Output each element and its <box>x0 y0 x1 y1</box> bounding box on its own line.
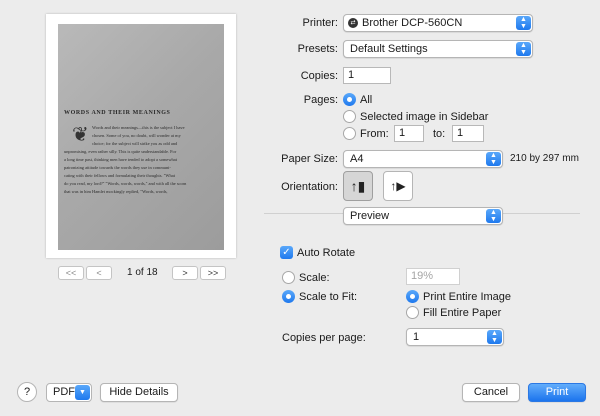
scanned-page-image: WORDS AND THEIR MEANINGS ❦ Words and the… <box>58 24 224 250</box>
scale-label: Scale: <box>299 272 330 284</box>
presets-select[interactable]: Default Settings ▲ ▼ <box>343 40 533 58</box>
pages-selected-label: Selected image in Sidebar <box>360 111 489 123</box>
previous-page-button[interactable]: < <box>86 266 112 280</box>
scale-to-fit-label: Scale to Fit: <box>299 291 358 303</box>
body-line: a long time past, thinking men have tend… <box>64 157 177 162</box>
page-indicator: 1 of 18 <box>127 267 158 278</box>
chevron-updown-icon: ▲ ▼ <box>487 330 502 344</box>
body-line: patronizing attitude towards the words t… <box>64 165 171 170</box>
chevron-updown-icon: ▲ ▼ <box>516 16 531 30</box>
paper-size-value: A4 <box>350 153 364 165</box>
hide-details-button[interactable]: Hide Details <box>100 383 178 402</box>
scale-to-fit-radio[interactable] <box>282 290 295 303</box>
scale-input[interactable]: 19% <box>406 268 460 285</box>
chevron-updown-icon: ▲ ▼ <box>516 42 531 56</box>
pages-label: Pages: <box>303 94 338 106</box>
print-entire-image-label: Print Entire Image <box>423 291 512 303</box>
copies-per-page-label: Copies per page: <box>282 332 366 344</box>
copies-per-page-value: 1 <box>413 331 420 343</box>
pages-selected-radio[interactable] <box>343 110 356 123</box>
body-line: that was in him Hamlet mockingly replied… <box>64 189 168 194</box>
body-line: do you read, my lord?" "Words, words, wo… <box>64 181 187 186</box>
print-entire-image-radio[interactable] <box>406 290 419 303</box>
scale-radio[interactable] <box>282 271 295 284</box>
pages-to-label: to: <box>433 128 446 140</box>
portrait-icon: ↑▮ <box>350 178 366 194</box>
copies-input[interactable]: 1 <box>343 67 391 84</box>
chevron-updown-icon: ▲ ▼ <box>486 152 501 166</box>
document-body: Words and their meanings—this is the sub… <box>64 124 222 196</box>
help-button[interactable]: ? <box>17 382 37 402</box>
orientation-label: Orientation: <box>281 181 338 193</box>
next-page-button[interactable]: > <box>172 266 198 280</box>
help-icon: ? <box>23 386 31 398</box>
presets-label: Presets: <box>297 43 338 55</box>
fill-entire-paper-label: Fill Entire Paper <box>423 307 502 319</box>
landscape-orientation-button[interactable]: ↑▶ <box>383 171 413 201</box>
portrait-orientation-button[interactable]: ↑▮ <box>343 171 373 201</box>
auto-rotate-checkbox[interactable]: ✓ <box>280 246 293 259</box>
body-line: cating with their fellows and formulatin… <box>64 173 175 178</box>
chevron-down-icon: ▼ <box>75 385 90 400</box>
print-button[interactable]: Print <box>528 383 586 402</box>
pages-range-radio[interactable] <box>343 127 356 140</box>
first-page-button[interactable]: << <box>58 266 84 280</box>
last-page-button[interactable]: >> <box>200 266 226 280</box>
paper-size-label: Paper Size: <box>281 153 338 165</box>
pages-all-label: All <box>360 94 373 106</box>
printer-label: Printer: <box>302 17 338 29</box>
landscape-icon: ↑▶ <box>390 179 406 193</box>
pages-all-radio[interactable] <box>343 93 356 106</box>
pages-from-input[interactable]: 1 <box>394 125 424 142</box>
copies-label: Copies: <box>300 70 338 82</box>
pdf-label: PDF <box>53 386 75 398</box>
fill-entire-paper-radio[interactable] <box>406 306 419 319</box>
printer-select[interactable]: ⇄ Brother DCP-560CN ▲ ▼ <box>343 14 533 32</box>
pdf-menu-button[interactable]: PDF ▼ <box>46 383 92 402</box>
copies-per-page-select[interactable]: 1 ▲ ▼ <box>406 328 504 346</box>
preview-page: WORDS AND THEIR MEANINGS ❦ Words and the… <box>46 14 236 258</box>
cancel-button[interactable]: Cancel <box>462 383 520 402</box>
document-heading: WORDS AND THEIR MEANINGS <box>64 110 171 116</box>
section-select[interactable]: Preview ▲ ▼ <box>343 207 503 225</box>
printer-value: Brother DCP-560CN <box>362 17 463 29</box>
presets-value: Default Settings <box>350 43 428 55</box>
body-line: unpromising, even rather silly. This is … <box>64 149 177 154</box>
paper-dimensions: 210 by 297 mm <box>510 153 579 164</box>
auto-rotate-label: Auto Rotate <box>297 247 356 259</box>
pages-to-input[interactable]: 1 <box>452 125 484 142</box>
body-line: Words and their meanings—this is the sub… <box>92 125 185 130</box>
body-line: choice; for the subject will strike you … <box>92 141 178 146</box>
pages-from-label: From: <box>360 128 389 140</box>
printer-status-icon: ⇄ <box>348 18 358 28</box>
chevron-updown-icon: ▲ ▼ <box>486 209 501 223</box>
paper-size-select[interactable]: A4 ▲ ▼ <box>343 150 503 168</box>
body-line: chosen. Some of you, no doubt, will wond… <box>92 133 181 138</box>
section-value: Preview <box>350 210 390 222</box>
